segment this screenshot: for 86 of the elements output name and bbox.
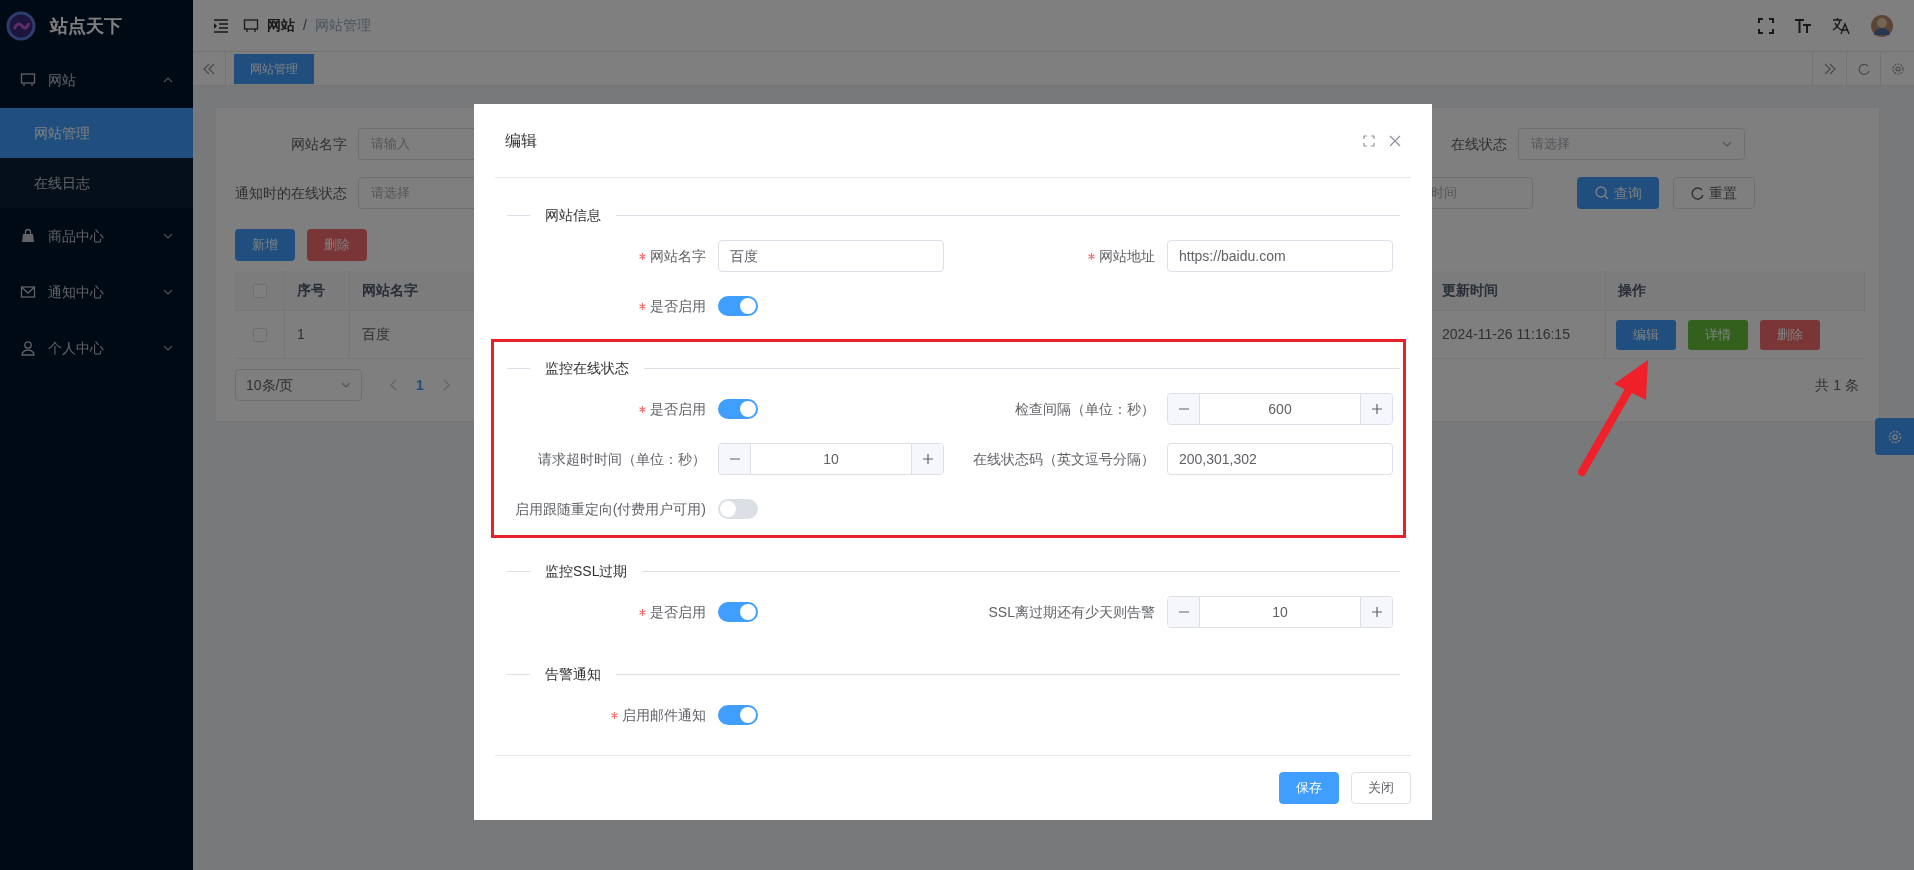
input-field[interactable]: 百度 bbox=[718, 240, 944, 272]
input-field[interactable]: https://baidu.com bbox=[1167, 240, 1393, 272]
breadcrumb-item[interactable]: 网站 bbox=[267, 15, 295, 36]
section-title: 监控在线状态 bbox=[545, 358, 629, 378]
column-header: 操作 bbox=[1618, 281, 1646, 300]
dialog-title: 编辑 bbox=[505, 130, 537, 151]
total-count: 共 1 条 bbox=[1815, 375, 1860, 395]
bag-icon bbox=[20, 228, 36, 244]
sidebar-item[interactable]: 网站 bbox=[0, 52, 193, 108]
toggle-switch[interactable] bbox=[718, 399, 758, 419]
table-cell-text: 2024-11-26 11:16:15 bbox=[1442, 325, 1570, 344]
field-label: 启用跟随重定向(付费用户可用) bbox=[514, 499, 706, 519]
field-label: 是否启用 bbox=[650, 399, 706, 419]
envelope-icon bbox=[20, 284, 36, 300]
logo-text: 站点天下 bbox=[50, 14, 122, 38]
toggle-switch[interactable] bbox=[718, 705, 758, 725]
number-input[interactable]: 600 bbox=[1167, 393, 1393, 425]
detail-button[interactable]: 详情 bbox=[1688, 319, 1748, 350]
field-label: 检查间隔（单位：秒） bbox=[1015, 399, 1155, 419]
plus-icon[interactable] bbox=[1370, 403, 1383, 415]
settings-icon bbox=[1887, 429, 1902, 444]
monitor-icon bbox=[20, 72, 36, 88]
table-cell-text: 1 bbox=[297, 325, 305, 344]
field-label: 网站名字 bbox=[290, 134, 348, 154]
sidebar-subitem[interactable]: 在线日志 bbox=[0, 158, 193, 208]
menu-icon[interactable] bbox=[213, 18, 229, 33]
close-button[interactable]: 关闭 bbox=[1351, 772, 1411, 804]
previous-icon[interactable] bbox=[390, 379, 398, 391]
avatar[interactable] bbox=[1870, 13, 1894, 38]
translate-icon[interactable] bbox=[1832, 16, 1850, 35]
breadcrumb-separator: / bbox=[303, 16, 307, 35]
refresh-icon[interactable] bbox=[1857, 62, 1870, 75]
field-label: 网站地址 bbox=[1099, 246, 1155, 266]
sidebar-item[interactable]: 商品中心 bbox=[0, 208, 193, 264]
field-label: 请求超时时间（单位：秒） bbox=[538, 449, 706, 469]
reset-button[interactable]: 重置 bbox=[1673, 177, 1755, 209]
plus-icon[interactable] bbox=[921, 453, 934, 465]
page-size-select[interactable]: 10条/页 bbox=[235, 369, 362, 401]
input-field[interactable]: 200,301,302 bbox=[1167, 443, 1393, 475]
fullscreen-icon[interactable] bbox=[1363, 134, 1375, 147]
field-label: 通知时的在线状态 bbox=[235, 183, 348, 203]
person-icon bbox=[20, 340, 36, 356]
delete-button[interactable]: 删除 bbox=[307, 229, 367, 261]
next-icon[interactable] bbox=[441, 379, 450, 391]
chevron-down-icon bbox=[1722, 141, 1732, 147]
field-label: 启用邮件通知 bbox=[622, 705, 706, 725]
toggle-switch[interactable] bbox=[718, 296, 758, 316]
double-right-icon[interactable] bbox=[1823, 62, 1836, 75]
font-size-icon[interactable] bbox=[1794, 17, 1812, 34]
double-left-icon[interactable] bbox=[203, 62, 215, 75]
field-label: 是否启用 bbox=[650, 602, 706, 622]
sidebar-item[interactable]: 个人中心 bbox=[0, 320, 193, 376]
table-cell-text: 百度 bbox=[362, 325, 390, 344]
field-label: 是否启用 bbox=[650, 296, 706, 316]
column-header: 更新时间 bbox=[1442, 281, 1498, 300]
toggle-switch[interactable] bbox=[718, 602, 758, 622]
logo-icon bbox=[6, 11, 36, 41]
delete-button[interactable]: 删除 bbox=[1760, 319, 1820, 350]
search-icon bbox=[1594, 186, 1609, 200]
save-button[interactable]: 保存 bbox=[1279, 772, 1339, 804]
field-label: 在线状态码（英文逗号分隔） bbox=[973, 449, 1155, 469]
search-button[interactable]: 查询 bbox=[1577, 177, 1659, 209]
monitor-icon bbox=[243, 17, 259, 34]
section-title: 监控SSL过期 bbox=[545, 561, 628, 581]
field-label: SSL离过期还有少天则告警 bbox=[988, 602, 1155, 622]
refresh-icon bbox=[1691, 186, 1704, 200]
field-label: 在线状态 bbox=[1450, 134, 1508, 154]
field-label: 网站名字 bbox=[650, 246, 706, 266]
plus-icon[interactable] bbox=[1370, 606, 1383, 618]
fullscreen-icon[interactable] bbox=[1758, 17, 1774, 34]
add-button[interactable]: 新增 bbox=[235, 229, 295, 261]
tab[interactable]: 网站管理 bbox=[234, 53, 314, 84]
sidebar-item[interactable]: 通知中心 bbox=[0, 264, 193, 320]
column-header: 序号 bbox=[297, 281, 325, 300]
close-icon[interactable] bbox=[1389, 134, 1401, 147]
chevron-down-icon bbox=[341, 382, 351, 388]
column-header: 网站名字 bbox=[362, 281, 418, 300]
toggle-switch[interactable] bbox=[718, 499, 758, 519]
settings-icon[interactable] bbox=[1891, 62, 1904, 75]
edit-button[interactable]: 编辑 bbox=[1616, 319, 1676, 350]
sidebar-subitem[interactable]: 网站管理 bbox=[0, 108, 193, 158]
page-number[interactable]: 1 bbox=[416, 374, 424, 396]
number-input[interactable]: 10 bbox=[1167, 596, 1393, 628]
settings-button[interactable] bbox=[1875, 418, 1914, 455]
section-title: 告警通知 bbox=[545, 664, 601, 684]
number-input[interactable]: 10 bbox=[718, 443, 944, 475]
